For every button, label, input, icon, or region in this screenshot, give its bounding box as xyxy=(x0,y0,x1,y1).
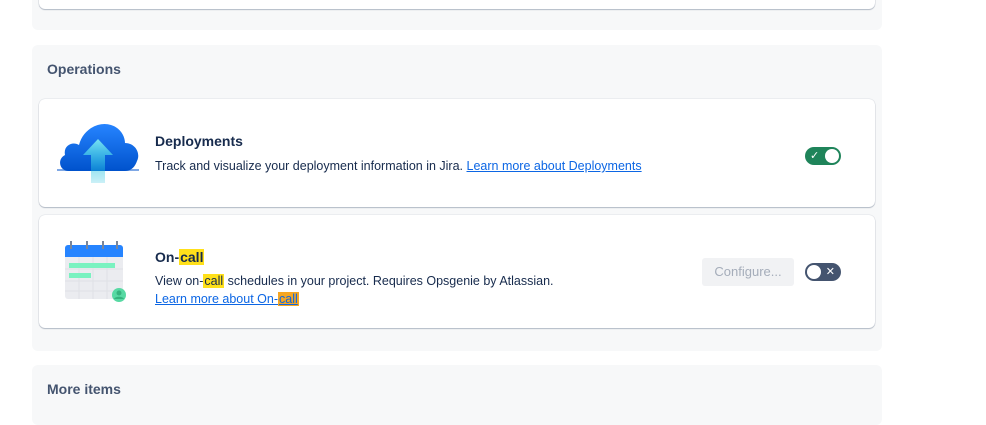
deployments-card: Deployments Track and visualize your dep… xyxy=(39,99,875,207)
previous-card xyxy=(39,0,875,9)
oncall-link-highlight: call xyxy=(278,292,299,306)
oncall-title-highlight: call xyxy=(179,249,205,265)
more-items-section-title: More items xyxy=(47,381,121,397)
oncall-card: On-call View on-call schedules in your p… xyxy=(39,215,875,328)
oncall-title: On-call xyxy=(155,249,205,265)
deployments-title: Deployments xyxy=(155,133,243,149)
calendar-icon xyxy=(65,241,126,302)
checkmark-icon: ✓ xyxy=(810,150,820,162)
oncall-link-prefix: Learn more about On- xyxy=(155,292,278,306)
more-items-section: More items xyxy=(32,365,882,425)
oncall-description: View on-call schedules in your project. … xyxy=(155,272,554,308)
configure-button[interactable]: Configure... xyxy=(702,258,794,286)
oncall-title-prefix: On- xyxy=(155,249,180,265)
oncall-learn-more-link[interactable]: Learn more about On-call xyxy=(155,292,299,306)
toggle-knob xyxy=(825,149,839,163)
oncall-description-prefix: View on- xyxy=(155,274,204,288)
toggle-knob xyxy=(807,265,821,279)
operations-section-title: Operations xyxy=(47,61,121,77)
close-icon: ✕ xyxy=(825,266,835,278)
operations-section: Operations Deployments Track and visuali… xyxy=(32,45,882,351)
cloud-upload-icon xyxy=(57,123,139,183)
deployments-toggle[interactable]: ✓ xyxy=(805,147,841,165)
oncall-description-highlight: call xyxy=(203,274,225,288)
previous-section xyxy=(32,0,882,30)
oncall-description-suffix: schedules in your project. Requires Opsg… xyxy=(224,274,554,288)
deployments-description-text: Track and visualize your deployment info… xyxy=(155,159,464,173)
oncall-toggle[interactable]: ✕ xyxy=(805,263,841,281)
deployments-description: Track and visualize your deployment info… xyxy=(155,157,642,175)
deployments-learn-more-link[interactable]: Learn more about Deployments xyxy=(467,159,642,173)
